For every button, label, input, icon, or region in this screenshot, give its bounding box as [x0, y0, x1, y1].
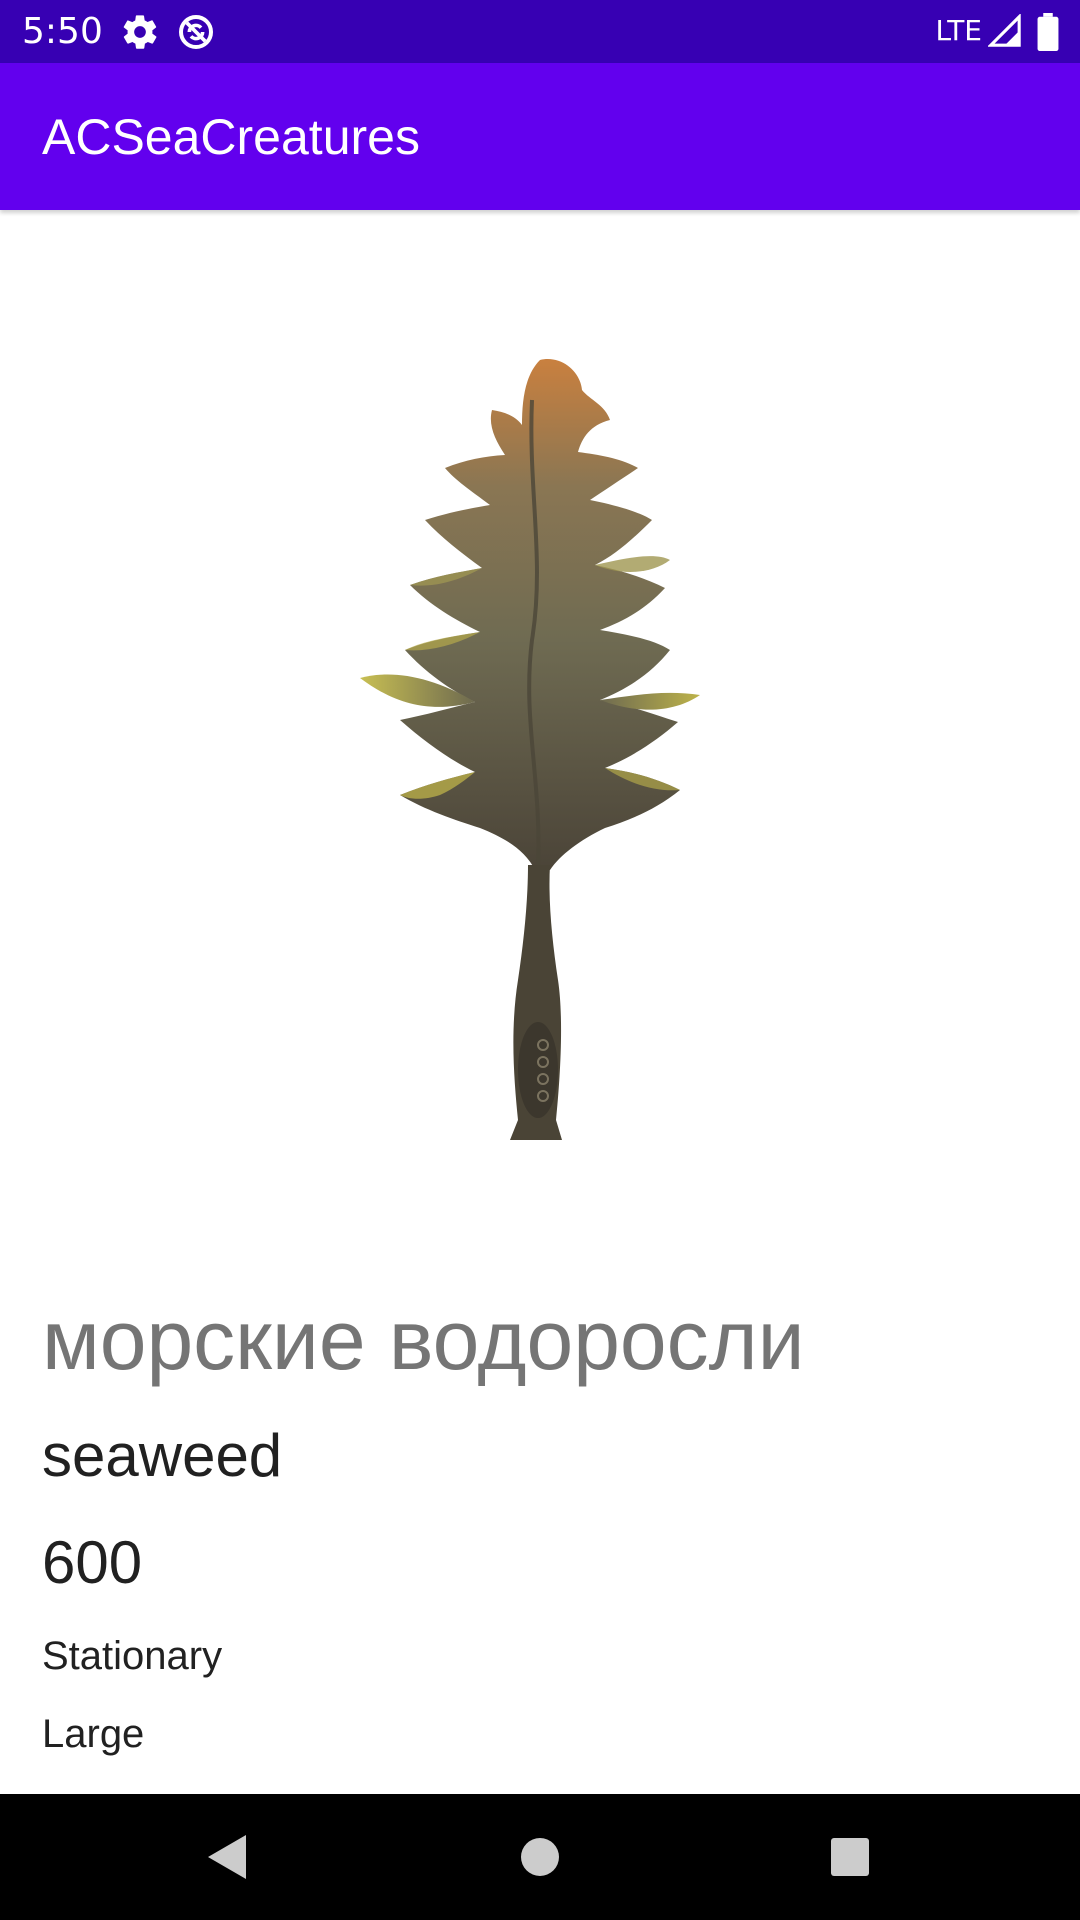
status-bar: 5:50 LTE: [0, 0, 1080, 63]
back-icon: [208, 1835, 246, 1879]
recents-icon: [831, 1838, 869, 1876]
back-button[interactable]: [166, 1794, 286, 1920]
creature-name-localized: морские водоросли: [42, 1293, 805, 1387]
creature-movement: Stationary: [42, 1634, 223, 1678]
sync-icon: [179, 15, 213, 49]
status-time: 5:50: [22, 11, 103, 52]
signal-icon: [988, 14, 1021, 47]
creature-size: Large: [42, 1712, 145, 1756]
screen: 5:50 LTE ACSeaCreatures морские водоросл…: [0, 0, 1080, 1920]
creature-price: 600: [42, 1529, 143, 1596]
seaweed-illustration: [360, 359, 700, 1140]
navigation-bar: [0, 1794, 1080, 1920]
home-icon: [521, 1838, 559, 1876]
app-title: ACSeaCreatures: [42, 109, 420, 165]
battery-icon: [1037, 13, 1059, 51]
creature-name: seaweed: [42, 1422, 283, 1489]
home-button[interactable]: [480, 1794, 600, 1920]
network-type: LTE: [935, 14, 982, 47]
app-bar: ACSeaCreatures: [0, 63, 1080, 210]
recents-button[interactable]: [790, 1794, 910, 1920]
settings-icon: [123, 15, 157, 49]
